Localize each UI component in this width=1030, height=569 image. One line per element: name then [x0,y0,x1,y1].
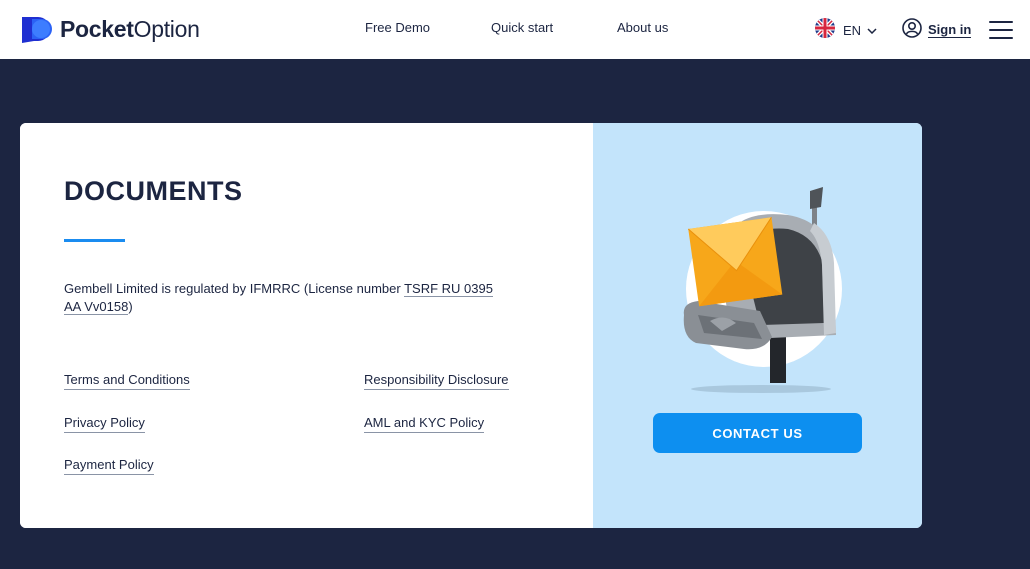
aml-kyc-policy-link[interactable]: AML and KYC Policy [364,415,485,433]
language-selector[interactable]: EN [815,17,877,43]
mailbox-illustration [664,183,854,398]
page-title: DOCUMENTS [64,176,243,206]
logo-text: PocketOption [60,15,200,43]
language-code: EN [843,22,862,38]
nav-about-us[interactable]: About us [617,20,668,36]
regulation-text: Gembell Limited is regulated by IFMRRC (… [64,280,504,316]
uk-flag-icon [815,17,835,43]
logo-icon [20,15,54,43]
nav-free-demo[interactable]: Free Demo [365,20,430,36]
regulation-text-after: ) [128,299,133,314]
terms-and-conditions-link[interactable]: Terms and Conditions [64,372,190,390]
user-icon [902,17,922,43]
nav-quick-start[interactable]: Quick start [491,20,553,36]
chevron-down-icon [867,21,877,39]
logo-text-bold: Pocket [60,16,134,42]
logo-text-light: Option [133,16,200,42]
top-header: PocketOption Free Demo Quick start About… [0,0,1030,59]
privacy-policy-link[interactable]: Privacy Policy [64,415,145,433]
title-underline [64,239,125,242]
logo[interactable]: PocketOption [20,13,200,45]
sign-in-link[interactable]: Sign in [902,17,972,43]
documents-card: DOCUMENTS Gembell Limited is regulated b… [20,123,922,528]
regulation-text-before: Gembell Limited is regulated by IFMRRC (… [64,281,405,296]
responsibility-disclosure-link[interactable]: Responsibility Disclosure [364,372,509,390]
contact-us-button[interactable]: CONTACT US [653,413,862,453]
hamburger-menu-icon[interactable] [989,21,1013,39]
contact-panel: CONTACT US [593,123,922,528]
documents-panel: DOCUMENTS Gembell Limited is regulated b… [20,123,593,528]
payment-policy-link[interactable]: Payment Policy [64,457,154,475]
sign-in-label: Sign in [928,22,972,38]
